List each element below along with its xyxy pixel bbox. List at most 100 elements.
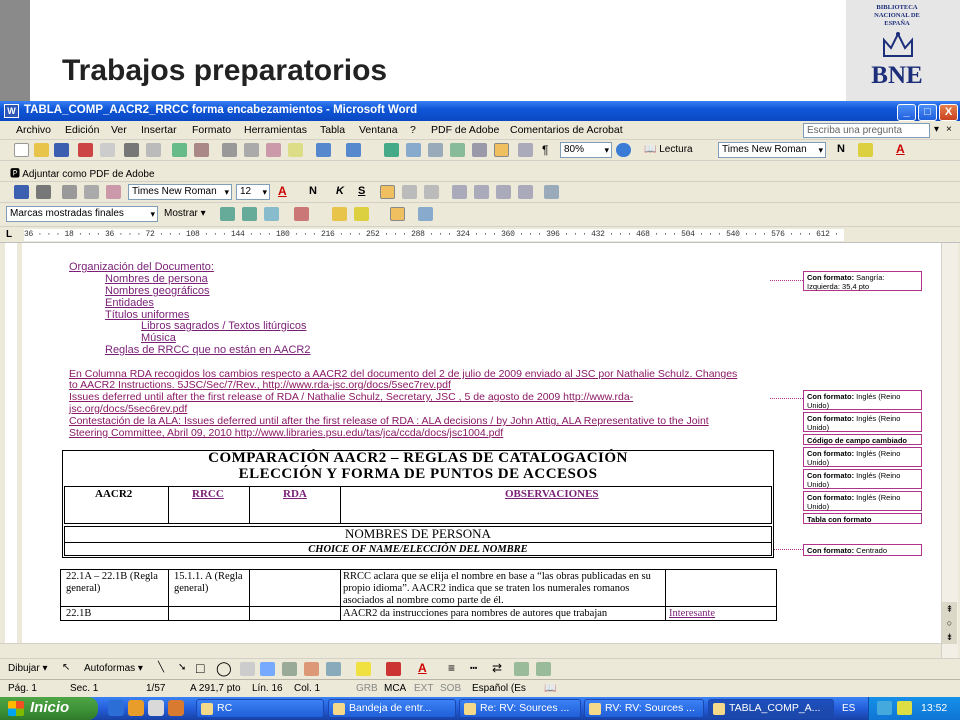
revision-balloon[interactable]: Con formato: Inglés (Reino Unido) [803, 412, 922, 432]
copy-icon[interactable] [244, 143, 259, 157]
keyboard-language[interactable]: ES [842, 703, 855, 714]
menu-tabla[interactable]: Tabla [320, 124, 345, 136]
ie-icon[interactable] [108, 700, 124, 716]
menu-herramientas[interactable]: Herramientas [244, 124, 307, 136]
redo-icon[interactable] [346, 143, 361, 157]
previous-page-icon[interactable]: ⇞ [942, 602, 957, 616]
document-map-icon[interactable] [518, 143, 533, 157]
align-center-icon[interactable] [402, 185, 417, 199]
font-color-icon[interactable]: A [896, 142, 905, 156]
line-icon[interactable]: ╲ [158, 662, 164, 673]
org-item-persona[interactable]: Nombres de persona [105, 273, 208, 285]
bold-button-top[interactable]: N [837, 143, 845, 155]
paste-icon-2[interactable] [106, 185, 121, 199]
minimize-button[interactable]: _ [897, 104, 916, 121]
wordart-icon[interactable] [260, 662, 275, 676]
reject-change-icon[interactable] [294, 207, 309, 221]
task-word-doc[interactable]: TABLA_COMP_A... [708, 699, 834, 718]
previous-change-icon[interactable] [220, 207, 235, 221]
reviewing-pane-icon[interactable] [418, 207, 433, 221]
menu-edicion[interactable]: Edición [65, 124, 99, 136]
browse-object-icon[interactable]: ○ [942, 616, 957, 630]
fill-color-icon[interactable] [356, 662, 371, 676]
shadow-icon[interactable] [514, 662, 529, 676]
desktop-icon[interactable] [148, 700, 164, 716]
arrow-style-icon[interactable]: ⇄ [492, 661, 502, 675]
zoom-select[interactable]: 80% [560, 142, 612, 158]
numbering-icon[interactable] [452, 185, 467, 199]
org-sub-libros[interactable]: Libros sagrados / Textos litúrgicos [141, 320, 307, 332]
start-button[interactable]: Inicio [0, 697, 98, 720]
decrease-indent-icon[interactable] [496, 185, 511, 199]
email-icon[interactable] [100, 143, 115, 157]
hyperlink-icon[interactable] [384, 143, 399, 157]
status-grb[interactable]: GRB [356, 683, 378, 694]
3d-icon[interactable] [536, 662, 551, 676]
volume-icon[interactable] [897, 701, 912, 715]
revision-balloon[interactable]: Con formato: Centrado [803, 544, 922, 556]
task-rv-sources[interactable]: RV: RV: Sources ... [584, 699, 704, 718]
show-menu-button[interactable]: Mostrar ▾ [164, 208, 206, 219]
print-icon-2[interactable] [36, 185, 51, 199]
align-right-icon[interactable] [424, 185, 439, 199]
ask-question-input[interactable]: Escriba una pregunta [803, 123, 930, 138]
bold-button[interactable]: N [309, 185, 317, 197]
autoshapes-button[interactable]: Autoformas ▾ [84, 663, 143, 674]
line-style-icon[interactable]: ≡ [448, 661, 455, 675]
font-name-select[interactable]: Times New Roman [128, 184, 232, 200]
window-titlebar[interactable]: W TABLA_COMP_AACR2_RRCC forma encabezami… [0, 101, 960, 121]
permission-icon[interactable] [78, 143, 93, 157]
underline-button[interactable]: S [358, 185, 365, 197]
revision-balloon[interactable]: Con formato: Inglés (Reino Unido) [803, 390, 922, 410]
close-document-icon[interactable]: × [946, 124, 952, 135]
show-formatting-icon[interactable]: ¶ [542, 143, 548, 157]
draw-font-color-icon[interactable]: A [418, 661, 427, 675]
paste-icon[interactable] [266, 143, 281, 157]
font-select-top[interactable]: Times New Roman [718, 142, 826, 158]
insert-excel-icon[interactable] [450, 143, 465, 157]
select-objects-icon[interactable]: ↖ [62, 662, 70, 673]
menu-pdf-adobe[interactable]: PDF de Adobe [431, 124, 499, 136]
italic-button[interactable]: K [336, 185, 344, 197]
status-mca[interactable]: MCA [384, 683, 406, 694]
language-icon[interactable] [544, 185, 559, 199]
reading-layout-button[interactable]: 📖 Lectura [644, 144, 693, 155]
task-re-sources[interactable]: Re: RV: Sources ... [459, 699, 581, 718]
rectangle-icon[interactable]: □ [196, 660, 204, 676]
revision-balloon[interactable]: Tabla con formato [803, 513, 922, 524]
font-size-select[interactable]: 12 [236, 184, 270, 200]
open-folder-icon[interactable] [34, 143, 49, 157]
markup-display-select[interactable]: Marcas mostradas finales [6, 206, 158, 222]
columns-icon[interactable] [472, 143, 487, 157]
highlight-icon-2[interactable] [354, 207, 369, 221]
font-color-icon-2[interactable]: A [278, 184, 287, 198]
cut-icon-2[interactable] [62, 185, 77, 199]
menu-ventana[interactable]: Ventana [359, 124, 398, 136]
menu-help[interactable]: ? [410, 124, 416, 136]
textbox-icon[interactable] [240, 662, 255, 676]
next-change-icon[interactable] [242, 207, 257, 221]
bullets-icon[interactable] [474, 185, 489, 199]
vertical-scrollbar[interactable] [941, 243, 958, 658]
draw-menu-button[interactable]: Dibujar ▾ [8, 663, 48, 674]
horizontal-scrollbar[interactable] [0, 643, 941, 658]
save-icon-2[interactable] [14, 185, 29, 199]
revision-balloon[interactable]: Con formato: Inglés (Reino Unido) [803, 447, 922, 467]
ask-dropdown-icon[interactable]: ▾ [934, 124, 939, 135]
maximize-button[interactable]: □ [918, 104, 937, 121]
revision-balloon[interactable]: Código de campo cambiado [803, 434, 922, 445]
status-language[interactable]: Español (Es [472, 683, 526, 694]
cut-icon[interactable] [222, 143, 237, 157]
revision-balloon[interactable]: Con formato: Sangría: Izquierda: 35,4 pt… [803, 271, 922, 291]
menu-formato[interactable]: Formato [192, 124, 231, 136]
drawing-icon[interactable] [494, 143, 509, 157]
undo-icon[interactable] [316, 143, 331, 157]
spelling-icon[interactable] [172, 143, 187, 157]
arrow-icon[interactable]: ➘ [178, 662, 186, 673]
org-item-entidades[interactable]: Entidades [105, 297, 154, 309]
menu-ver[interactable]: Ver [111, 124, 127, 136]
org-sub-musica[interactable]: Música [141, 332, 176, 344]
para3-line2[interactable]: Steering Committee, Abril 09, 2010 http:… [69, 427, 503, 439]
para1-line2[interactable]: to AACR2 Instructions. 5JSC/Sec/7/Rev., … [69, 379, 451, 391]
network-icon[interactable] [877, 701, 892, 715]
